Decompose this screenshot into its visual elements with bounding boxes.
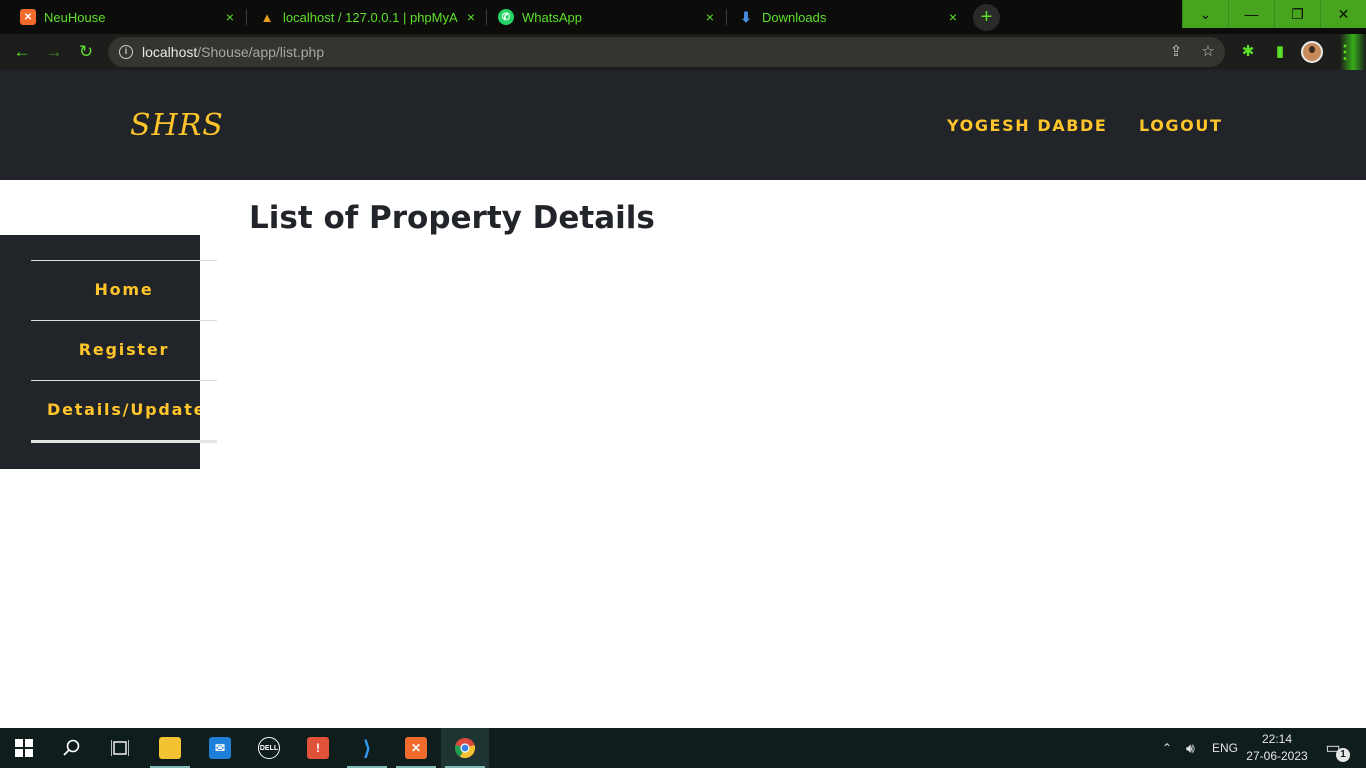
start-button[interactable] <box>0 728 48 768</box>
chrome-icon <box>455 738 475 759</box>
tab-search-button[interactable]: ⌄ <box>1182 0 1228 28</box>
dell-icon: DELL <box>258 737 280 759</box>
close-icon[interactable]: × <box>702 9 718 25</box>
xampp-icon: ✕ <box>405 737 427 759</box>
taskbar-mail[interactable]: ✉ <box>196 728 244 768</box>
taskbar-app-red[interactable]: ! <box>294 728 342 768</box>
app-red-icon: ! <box>307 737 329 759</box>
page-title: List of Property Details <box>249 200 655 236</box>
close-icon[interactable]: × <box>222 9 238 25</box>
volume-icon[interactable]: 🔊︎ <box>1186 728 1195 768</box>
minimize-button[interactable]: — <box>1228 0 1274 28</box>
extensions-puzzle-icon[interactable]: ✱ <box>1238 42 1258 62</box>
forward-button[interactable]: → <box>43 41 65 63</box>
site-info-icon[interactable]: i <box>119 45 133 59</box>
wallpaper-glow <box>1340 34 1366 70</box>
windows-taskbar: ✉ DELL ! ⟩ ✕ ⌃ 🔊︎ ENG 22:14 27-06-2023 ▭… <box>0 728 1366 768</box>
sidebar-item-home[interactable]: Home <box>31 260 217 320</box>
bookmark-star-icon[interactable]: ☆ <box>1199 43 1217 61</box>
window-controls: ⌄ — ❐ ✕ <box>1182 0 1366 28</box>
site-header: SHRS YOGESH DABDE LOGOUT <box>0 70 1366 180</box>
mail-icon: ✉ <box>209 737 231 759</box>
sidebar: Home Register Details/Update <box>0 235 217 469</box>
notification-badge: 1 <box>1336 748 1350 762</box>
taskbar-xampp[interactable]: ✕ <box>392 728 440 768</box>
task-view-icon <box>111 740 129 756</box>
file-explorer-icon <box>159 737 181 759</box>
url-text[interactable]: localhost/Shouse/app/list.php <box>142 44 324 60</box>
tab-title: WhatsApp <box>522 9 582 25</box>
new-tab-button[interactable]: + <box>973 4 1000 31</box>
vscode-icon: ⟩ <box>363 737 371 760</box>
phpmyadmin-favicon-icon: ▲ <box>260 9 274 25</box>
sidebar-item-details-update[interactable]: Details/Update <box>47 380 200 440</box>
browser-tab-bar: ✕ NeuHouse × ▲ localhost / 127.0.0.1 | p… <box>0 0 1366 34</box>
tab-title: Downloads <box>762 9 827 25</box>
clock-time: 22:14 <box>1261 732 1293 746</box>
start-icon <box>15 739 33 757</box>
side-panel-icon[interactable]: ▮ <box>1270 42 1290 62</box>
tab-title: NeuHouse <box>44 9 106 25</box>
search-icon <box>63 739 80 756</box>
tab-title: localhost / 127.0.0.1 | phpMyAdmin <box>283 9 458 25</box>
sidebar-item-register[interactable]: Register <box>31 320 217 380</box>
notification-center-icon[interactable]: ▭ 1 <box>1322 738 1350 762</box>
profile-avatar[interactable] <box>1301 41 1323 63</box>
logout-link[interactable]: LOGOUT <box>1139 116 1222 135</box>
taskbar-vscode[interactable]: ⟩ <box>343 728 391 768</box>
task-view-button[interactable] <box>96 728 144 768</box>
tab-neuhouse[interactable]: ✕ NeuHouse × <box>0 0 240 34</box>
taskbar-chrome[interactable] <box>441 728 489 768</box>
whatsapp-favicon-icon: ✆ <box>498 9 514 25</box>
sidebar-divider <box>31 440 217 443</box>
show-hidden-icons-button[interactable]: ⌃ <box>1162 728 1172 768</box>
close-icon[interactable]: × <box>463 9 479 25</box>
tab-phpmyadmin[interactable]: ▲ localhost / 127.0.0.1 | phpMyAdmin × <box>239 0 485 34</box>
clock-date: 27-06-2023 <box>1246 749 1308 763</box>
tab-whatsapp[interactable]: ✆ WhatsApp × <box>478 0 718 34</box>
share-icon[interactable]: ⇪ <box>1167 43 1185 61</box>
close-icon[interactable]: × <box>945 9 961 25</box>
taskbar-dell[interactable]: DELL <box>245 728 293 768</box>
taskbar-file-explorer[interactable] <box>146 728 194 768</box>
restore-button[interactable]: ❐ <box>1274 0 1320 28</box>
tab-downloads[interactable]: ⬇ Downloads × <box>718 0 963 34</box>
xampp-favicon-icon: ✕ <box>20 9 36 25</box>
user-name-link[interactable]: YOGESH DABDE <box>947 116 1107 135</box>
search-button[interactable] <box>48 728 96 768</box>
close-window-button[interactable]: ✕ <box>1320 0 1366 28</box>
download-icon: ⬇ <box>740 8 752 25</box>
reload-button[interactable]: ↻ <box>75 41 97 63</box>
back-button[interactable]: ← <box>11 41 33 63</box>
browser-toolbar: ← → ↻ i localhost/Shouse/app/list.php ⇪ … <box>0 34 1366 70</box>
language-indicator[interactable]: ENG <box>1212 728 1238 768</box>
site-logo[interactable]: SHRS <box>130 108 224 143</box>
taskbar-clock[interactable]: 22:14 27-06-2023 <box>1243 731 1311 765</box>
address-bar[interactable]: i localhost/Shouse/app/list.php ⇪ ☆ <box>108 37 1225 67</box>
